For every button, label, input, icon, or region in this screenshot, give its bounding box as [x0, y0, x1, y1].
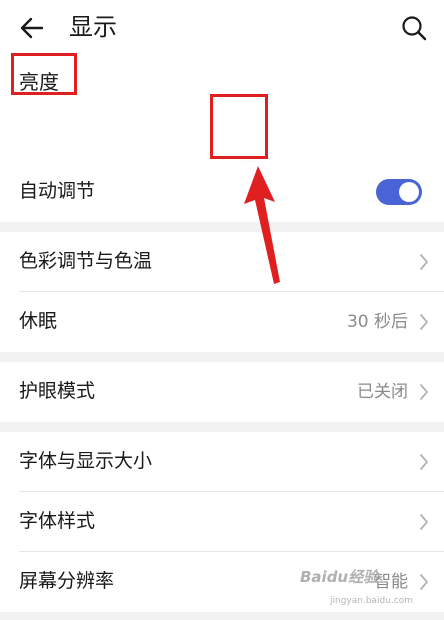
- slider-thumb-highlight: [210, 94, 268, 159]
- row-label: 屏幕分辨率: [19, 570, 115, 592]
- row-label: 字体样式: [19, 510, 96, 532]
- chevron-right-icon: [420, 314, 428, 330]
- chevron-right-icon: [420, 454, 428, 470]
- settings-row-font-display-size[interactable]: 字体与显示大小: [0, 432, 444, 492]
- color-sleep-card: 色彩调节与色温 休眠 30 秒后: [0, 232, 444, 352]
- chevron-right-icon: [420, 384, 428, 400]
- pointer-arrow: [244, 166, 280, 284]
- arrow-left-icon: [20, 17, 44, 39]
- row-label: 色彩调节与色温: [19, 250, 153, 272]
- watermark: Baidu经验: [300, 568, 379, 586]
- row-label: 护眼模式: [19, 380, 96, 402]
- back-button[interactable]: [14, 10, 50, 46]
- auto-adjust-label: 自动调节: [19, 180, 96, 202]
- search-button[interactable]: [396, 10, 432, 46]
- row-value: 30 秒后: [346, 312, 408, 332]
- display-settings-screen: 显示 亮度 自动调节 色彩调节与色温 休眠 30 秒后 护眼模式 已关闭 字体与…: [0, 0, 444, 620]
- toggle-knob: [399, 182, 419, 202]
- search-icon: [402, 16, 427, 41]
- chevron-right-icon: [420, 514, 428, 530]
- watermark-sub: jingyan.baidu.com: [330, 596, 414, 606]
- settings-row-color-temperature[interactable]: 色彩调节与色温: [0, 232, 444, 292]
- page-title: 显示: [69, 13, 117, 41]
- auto-adjust-row[interactable]: 自动调节: [0, 162, 444, 222]
- auto-adjust-toggle[interactable]: [376, 179, 422, 205]
- settings-row-sleep[interactable]: 休眠 30 秒后: [0, 292, 444, 352]
- eye-comfort-card: 护眼模式 已关闭: [0, 362, 444, 422]
- row-value: 已关闭: [357, 382, 408, 402]
- app-header: 显示: [0, 0, 444, 54]
- chevron-right-icon: [420, 254, 428, 270]
- row-label: 字体与显示大小: [19, 450, 153, 472]
- settings-row-eye-comfort[interactable]: 护眼模式 已关闭: [0, 362, 444, 422]
- settings-row-font-style[interactable]: 字体样式: [0, 492, 444, 552]
- brightness-label-highlight: [11, 53, 77, 95]
- row-label: 休眠: [19, 310, 58, 332]
